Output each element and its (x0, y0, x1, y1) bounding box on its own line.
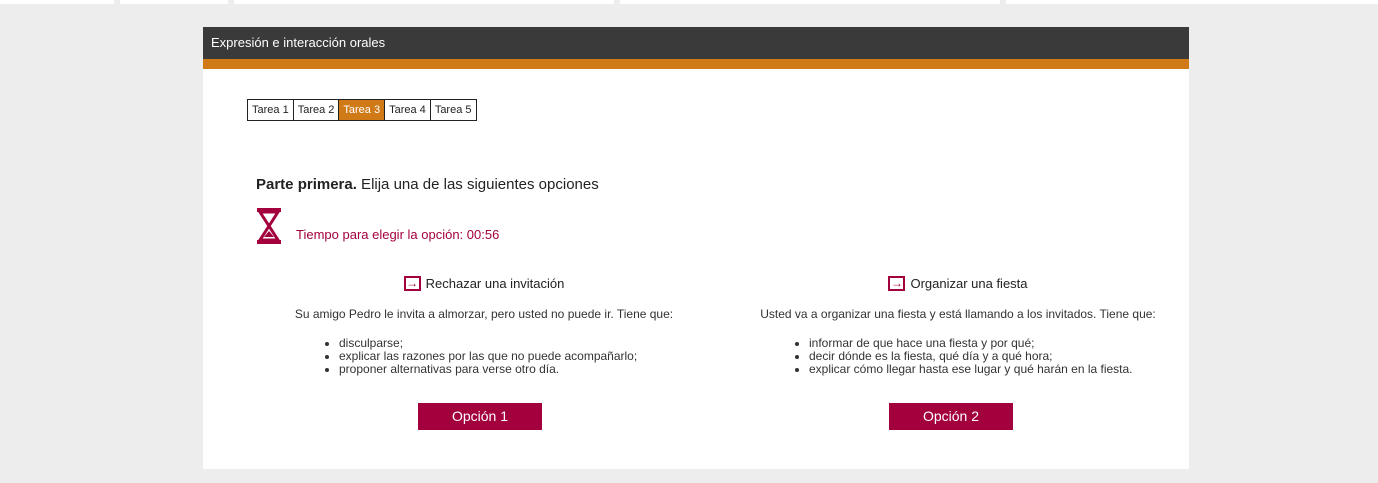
option-2-list: informar de que hace una fiesta y por qu… (795, 337, 1193, 376)
panel-title: Expresión e interacción orales (203, 27, 1189, 59)
top-tab-strip (0, 0, 1378, 4)
option-2: → Organizar una fiesta Usted va a organi… (723, 273, 1193, 376)
tab-tarea-3[interactable]: Tarea 3 (339, 100, 386, 120)
tab-tarea-2[interactable]: Tarea 2 (293, 100, 340, 120)
option-1: → Rechazar una invitación Su amigo Pedro… (249, 273, 719, 376)
accent-bar (203, 59, 1189, 69)
option-1-title[interactable]: → Rechazar una invitación (249, 273, 719, 293)
option-1-button[interactable]: Opción 1 (418, 403, 542, 430)
timer-text: Tiempo para elegir la opción: 00:56 (296, 226, 500, 242)
option-2-description: Usted va a organizar una fiesta y está l… (760, 307, 1156, 321)
instruction-text: Parte primera. Elija una de las siguient… (256, 176, 599, 193)
tab-tarea-5[interactable]: Tarea 5 (430, 100, 476, 120)
arrow-right-icon: → (403, 275, 421, 291)
list-item: proponer alternativas para verse otro dí… (339, 363, 719, 376)
option-2-button[interactable]: Opción 2 (889, 403, 1013, 430)
hourglass-icon (257, 208, 281, 244)
timer: Tiempo para elegir la opción: 00:56 (256, 207, 499, 245)
instruction-body: Elija una de las siguientes opciones (356, 176, 599, 193)
option-1-list: disculparse; explicar las razones por la… (325, 337, 719, 376)
tab-tarea-1[interactable]: Tarea 1 (248, 100, 294, 120)
exam-panel: Expresión e interacción orales Tarea 1 T… (203, 27, 1189, 469)
list-item: explicar cómo llegar hasta ese lugar y q… (809, 363, 1193, 376)
option-2-title-text: Organizar una fiesta (910, 275, 1028, 291)
arrow-right-icon: → (888, 275, 906, 291)
option-1-title-text: Rechazar una invitación (425, 275, 565, 291)
task-tabs: Tarea 1 Tarea 2 Tarea 3 Tarea 4 Tarea 5 (247, 99, 477, 121)
instruction-bold: Parte primera. (256, 176, 357, 193)
tab-tarea-4[interactable]: Tarea 4 (385, 100, 431, 120)
option-2-title[interactable]: → Organizar una fiesta (723, 273, 1193, 293)
option-1-description: Su amigo Pedro le invita a almorzar, per… (294, 307, 674, 321)
